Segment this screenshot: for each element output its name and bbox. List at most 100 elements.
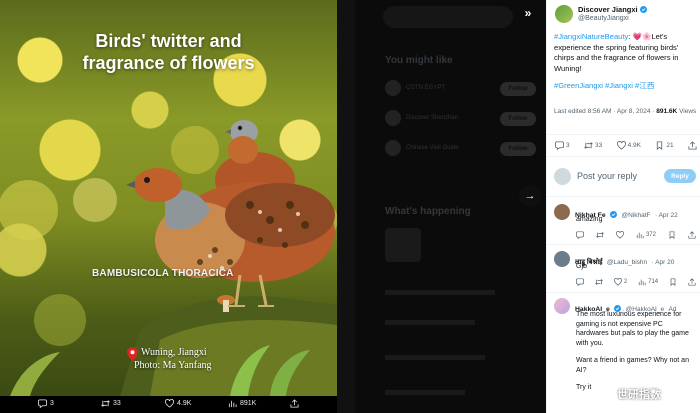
reply-button[interactable]: 3 [555, 140, 570, 150]
media-like-button[interactable]: 4.9K [165, 399, 191, 408]
like-count: 4.9K [627, 141, 641, 149]
views-chart-icon [638, 279, 646, 286]
reply-bookmark-button[interactable] [669, 278, 677, 286]
reply-reply-button[interactable] [576, 278, 584, 286]
media-views-button[interactable]: 891K [228, 399, 256, 408]
heart-icon [165, 399, 174, 408]
media-views-count: 891K [240, 400, 257, 407]
bookmark-count: 21 [666, 141, 674, 149]
image-caption-title: Birds' twitter and fragrance of flowers [0, 30, 337, 74]
media-reply-count: 3 [50, 400, 54, 407]
whats-happening-heading: What's happening [385, 206, 471, 217]
user-avatar [554, 167, 571, 185]
hashtag-links[interactable]: #GreenJiangxi #Jiangxi #江西 [554, 81, 698, 92]
reply-item[interactable]: लाडू बिश्नोई @Ladu_bishn · Apr 20 Gjb 2 … [554, 251, 698, 293]
weibo-logo-icon [598, 387, 614, 401]
media-viewer-modal: Birds' twitter and fragrance of flowers … [0, 0, 700, 413]
heart-icon [613, 278, 622, 286]
reply-icon [38, 399, 47, 408]
reply-avatar[interactable] [554, 298, 570, 314]
caption-line-2: fragrance of flowers [82, 53, 255, 73]
author-name-row[interactable]: Discover Jiangxi [578, 5, 647, 14]
media-retweet-button[interactable]: 33 [101, 399, 121, 408]
media-action-bar: 3 33 4.9K 891K [0, 396, 337, 413]
like-button[interactable]: 4.9K [616, 140, 641, 150]
trend-line [385, 320, 475, 325]
reply-share-button[interactable] [688, 278, 696, 286]
reply-count: 3 [566, 141, 570, 149]
collapse-panel-button[interactable]: » [518, 4, 538, 22]
you-might-like-heading: You might like [385, 55, 453, 66]
bookmark-icon [657, 140, 663, 150]
media-retweet-count: 33 [113, 400, 121, 407]
media-share-button[interactable] [290, 399, 299, 408]
reply-like-button[interactable]: 2 [613, 278, 628, 286]
reply-submit-button[interactable]: Reply [664, 169, 696, 183]
follow-button: Follow [500, 82, 536, 96]
backdrop-scroll-strip [337, 0, 355, 413]
hashtag-link[interactable]: #JiangxiNatureBeauty [554, 32, 628, 41]
trend-thumbnail [385, 228, 421, 262]
retweet-button[interactable]: 33 [584, 141, 602, 150]
reply-composer: Post your reply Reply [554, 165, 696, 187]
verified-badge-icon [639, 6, 647, 13]
ad-text-2: Want a friend in games? Why not an AI? [576, 357, 689, 374]
reply-retweet-button[interactable] [596, 231, 604, 239]
watermark-text: 世研指数 [617, 389, 661, 401]
share-icon [688, 231, 696, 239]
next-image-button[interactable]: → [519, 185, 541, 207]
ad-text-1: The most luxurious experience for gaming… [576, 311, 689, 347]
suggestion-avatar [385, 80, 401, 96]
suggestion-row: Chinese Visit Guide [385, 140, 459, 156]
reply-icon [576, 278, 584, 286]
watermark: 世研指数 [598, 386, 661, 402]
tweet-image[interactable]: Birds' twitter and fragrance of flowers … [0, 0, 337, 396]
reply-input[interactable]: Post your reply [577, 171, 658, 181]
share-button[interactable] [688, 140, 697, 150]
heart-icon [616, 231, 624, 239]
reply-views-count: 372 [645, 232, 656, 238]
reply-text: Gjb [576, 263, 587, 270]
reply-text: The most luxurious experience for gaming… [576, 310, 696, 393]
photo-credit: Photo: Ma Yanfang [134, 360, 212, 371]
reply-views-button[interactable]: 372 [636, 231, 656, 239]
suggestion-row: Discover Shenzhen [385, 110, 458, 126]
tweet-detail-panel: Discover Jiangxi @BeautyJiangxi #Jiangxi… [546, 0, 700, 413]
share-icon [688, 140, 697, 150]
reply-views-button[interactable]: 714 [638, 278, 658, 286]
tweet-stats-bar: 3 33 4.9K 21 [555, 139, 697, 151]
reply-bookmark-button[interactable] [668, 231, 676, 239]
reply-item[interactable]: Nikhat Fe @NikhatF · Apr 22 amazing 372 [554, 204, 698, 246]
reply-text: amazing [576, 216, 603, 223]
retweet-icon [595, 279, 603, 285]
tweet-author-header: Discover Jiangxi @BeautyJiangxi [555, 5, 647, 23]
reply-icon [555, 140, 564, 150]
caption-line-1: Birds' twitter and [95, 31, 242, 51]
reply-like-count: 2 [623, 279, 628, 285]
trend-line [385, 290, 495, 295]
views-chart-icon [228, 400, 237, 408]
follow-button: Follow [500, 112, 536, 126]
author-avatar[interactable] [555, 5, 573, 23]
follow-button: Follow [500, 142, 536, 156]
media-reply-button[interactable]: 3 [38, 399, 54, 408]
reply-retweet-button[interactable] [595, 278, 603, 286]
last-edited[interactable]: Last edited 8:56 AM · Apr 8, 2024 [554, 108, 650, 115]
divider [547, 292, 700, 293]
author-handle[interactable]: @BeautyJiangxi [578, 14, 647, 23]
suggestion-name: Chinese Visit Guide [406, 145, 459, 151]
heart-icon [616, 140, 626, 150]
reply-avatar[interactable] [554, 251, 570, 267]
dimmed-background-page: You might like CGTN EGYPT Follow Discove… [337, 0, 546, 413]
divider [547, 244, 700, 245]
photo-location: Wuning, Jiangxi Photo: Ma Yanfang [128, 346, 212, 372]
reply-avatar[interactable] [554, 204, 570, 220]
bookmark-button[interactable]: 21 [655, 140, 674, 150]
reply-like-button[interactable] [616, 231, 624, 239]
retweet-icon [584, 141, 593, 149]
backdrop-search [383, 6, 513, 28]
retweet-icon [596, 232, 604, 238]
reply-actions: 372 [576, 231, 696, 239]
reply-reply-button[interactable] [576, 231, 584, 239]
reply-share-button[interactable] [688, 231, 696, 239]
